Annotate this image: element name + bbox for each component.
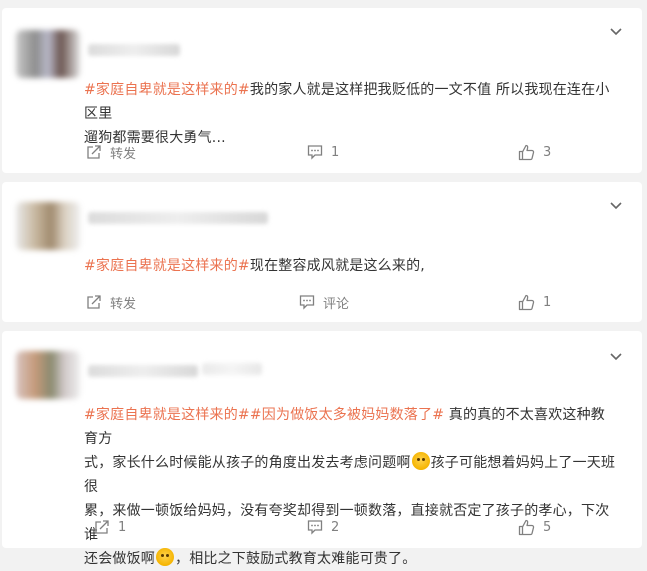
comment-button[interactable]: 2 [307, 517, 339, 537]
topic-link[interactable]: #家庭自卑就是这样来的# [84, 258, 250, 274]
username-blur [202, 363, 262, 375]
like-button[interactable]: 5 [518, 517, 551, 537]
comment-text: #家庭自卑就是这样来的#现在整容成风就是这么来的, [84, 258, 425, 274]
share-icon [95, 520, 109, 534]
repost-button[interactable]: 转发 [86, 292, 136, 312]
comment-button[interactable]: 评论 [299, 292, 349, 312]
repost-button[interactable]: 1 [94, 517, 126, 537]
avatar[interactable] [16, 351, 80, 399]
thinking-emoji-icon [411, 452, 430, 470]
chevron-down-icon[interactable] [610, 28, 622, 36]
avatar[interactable] [16, 30, 80, 78]
thumbs-up-icon [518, 519, 535, 535]
comment-icon [299, 295, 315, 310]
smirk-emoji-icon [156, 548, 174, 566]
chevron-down-icon[interactable] [610, 202, 622, 210]
topic-link[interactable]: #因为做饭太多被妈妈数落了# [250, 407, 444, 423]
like-button[interactable]: 1 [518, 292, 551, 312]
username[interactable] [88, 44, 180, 56]
comment-icon [307, 145, 323, 160]
thumbs-up-icon [518, 144, 535, 160]
avatar[interactable] [16, 202, 80, 250]
comment-button[interactable]: 1 [307, 142, 339, 162]
thumbs-up-icon [518, 294, 535, 310]
topic-link[interactable]: #家庭自卑就是这样来的# [84, 407, 250, 423]
comment-card-2: #家庭自卑就是这样来的#现在整容成风就是这么来的, 转发 评论 1 [2, 182, 642, 322]
share-icon [87, 295, 101, 309]
comment-card-1: #家庭自卑就是这样来的#我的家人就是这样把我贬低的一文不值 所以我现在连在小区里… [2, 8, 642, 173]
username[interactable] [88, 365, 198, 377]
share-icon [87, 145, 101, 159]
comment-card-3: #家庭自卑就是这样来的##因为做饭太多被妈妈数落了# 真的真的不太喜欢这种教育方… [2, 331, 642, 567]
comment-text: #家庭自卑就是这样来的##因为做饭太多被妈妈数落了# 真的真的不太喜欢这种教育方… [84, 407, 616, 567]
like-button[interactable]: 3 [518, 142, 551, 162]
topic-link[interactable]: #家庭自卑就是这样来的# [84, 82, 250, 98]
username[interactable] [88, 212, 268, 224]
comment-text: #家庭自卑就是这样来的#我的家人就是这样把我贬低的一文不值 所以我现在连在小区里… [84, 82, 610, 146]
chevron-down-icon[interactable] [610, 353, 622, 361]
comment-icon [307, 520, 323, 535]
repost-button[interactable]: 转发 [86, 142, 136, 162]
